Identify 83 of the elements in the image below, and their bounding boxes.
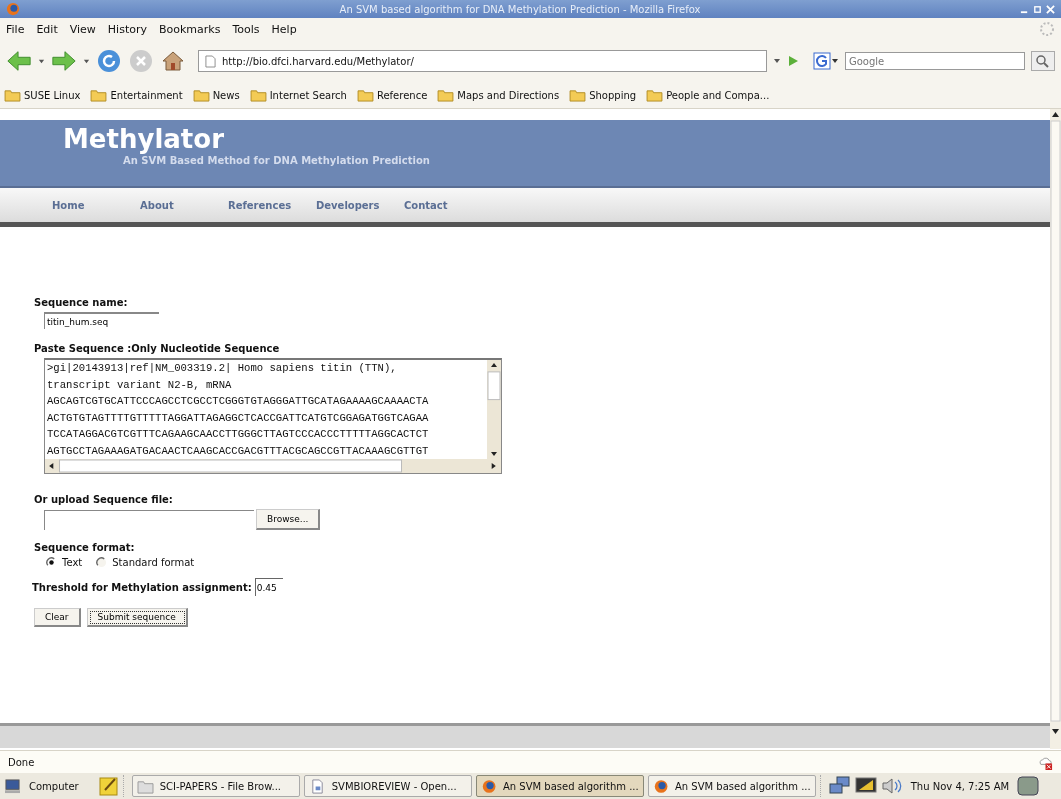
browser-logo-icon — [480, 778, 497, 794]
vertical-scrollbar[interactable] — [487, 360, 501, 459]
home-icon[interactable] — [160, 49, 186, 73]
site-title: Methylator — [63, 123, 225, 154]
go-icon[interactable] — [787, 55, 799, 67]
forward-arrow-icon[interactable] — [51, 49, 77, 73]
folder-icon — [437, 88, 455, 102]
nav-link[interactable]: About — [140, 199, 228, 211]
window-title: An SVM based algorithm for DNA Methylation Prediction - Mozilla Firefox — [338, 3, 702, 15]
site-subtitle: An SVM Based Method for DNA Methylation Prediction — [122, 155, 431, 166]
menu-item[interactable]: Edit — [36, 22, 58, 36]
dropdown-icon[interactable] — [83, 57, 90, 65]
folder-icon — [646, 88, 664, 102]
folder-icon — [4, 88, 21, 102]
sequence-name-field[interactable]: titin_hum.seq — [44, 312, 159, 329]
clear-button[interactable]: Clear — [34, 608, 81, 627]
reload-icon[interactable] — [96, 49, 122, 73]
menu-item[interactable]: Tools — [232, 22, 260, 36]
field-label: Sequence format: — [34, 542, 136, 553]
bookmark-item[interactable]: Internet Search — [249, 88, 347, 102]
address-bar[interactable]: http://bio.dfci.harvard.edu/Methylator/ — [198, 50, 767, 72]
clock[interactable]: Thu Nov 4, 7:25 AM — [910, 780, 1010, 792]
status-text: Done — [8, 756, 35, 768]
submit-button[interactable]: Submit sequence — [86, 608, 188, 627]
bookmark-item[interactable]: Maps and Directions — [437, 88, 560, 102]
folder-icon — [192, 88, 210, 102]
bookmark-item[interactable]: SUSE Linux — [4, 88, 81, 102]
radio-button[interactable] — [96, 557, 108, 568]
page-icon — [205, 54, 216, 68]
display-icon[interactable] — [854, 776, 877, 796]
taskbar-button[interactable]: SVMBIOREVIEW - Open... — [303, 775, 472, 797]
bookmark-item[interactable]: Reference — [356, 88, 428, 102]
bookmark-item[interactable]: Entertainment — [90, 88, 183, 102]
field-label: Paste Sequence :Only Nucleotide Sequence — [34, 343, 281, 354]
throbber-icon — [1039, 21, 1055, 37]
search-engine-icon[interactable] — [813, 52, 839, 70]
radio-label: Standard format — [112, 557, 195, 568]
taskbar-button[interactable]: An SVM based algorithm ... — [475, 775, 644, 797]
search-field[interactable]: Google — [845, 52, 1025, 70]
threshold-field[interactable]: 0.45 — [254, 578, 283, 596]
folder-icon — [356, 88, 374, 102]
network-icon[interactable] — [828, 776, 851, 796]
search-icon[interactable] — [1031, 51, 1055, 71]
computer-menu[interactable]: Computer — [4, 778, 79, 794]
field-label: Sequence name: — [34, 297, 129, 308]
taskbar-button[interactable]: SCI-PAPERS - File Brow... — [131, 775, 300, 797]
cloud-error-icon — [1038, 754, 1053, 770]
field-label: Threshold for Methylation assignment: — [32, 581, 252, 593]
menu-item[interactable]: History — [107, 22, 147, 36]
folder-icon — [249, 88, 267, 102]
radio-button[interactable] — [46, 557, 57, 568]
computer-icon — [4, 778, 21, 794]
bookmark-item[interactable]: People and Compa... — [646, 88, 770, 102]
bookmark-item[interactable]: Shopping — [569, 88, 637, 102]
dropdown-icon[interactable] — [38, 57, 45, 65]
nav-link[interactable]: Contact — [404, 199, 492, 211]
browser-logo-icon — [6, 2, 20, 16]
dropdown-icon[interactable] — [773, 57, 781, 65]
nav-link[interactable]: Home — [52, 199, 140, 211]
browse-button[interactable]: Browse... — [256, 509, 321, 530]
nav-link[interactable]: Developers — [316, 199, 404, 211]
menu-item[interactable]: Help — [271, 22, 297, 36]
menu-item[interactable]: File — [6, 22, 25, 36]
sequence-textarea[interactable]: >gi|20143913|ref|NM_003319.2| Homo sapiens titin (TTN), transcript variant N2-B, mRNA AGCAGTCGTGCATTCCCAGCCTCGCCTCGGGTGTAGGGATTGCATAGAAAAGCAAAACTA ACTGTGTAGTTTTGTTTTTAGGATTAGAGGCTCACCGATTCATGTCGGAGATGGTCAGAA TCCATAGGACGTCGTTTCAGAAGCAACCTTGGGCTTAGTCCCACCCTTTTTAGGCACTCT AGTGCCTAGAAAGATGACAACTCAAGCACCGACGTTTACGCAGCCGTTACAAAGCGTTGT — [45, 360, 487, 459]
back-arrow-icon[interactable] — [6, 49, 32, 73]
browser-logo-icon — [652, 778, 669, 794]
field-label: Or upload Sequence file: — [34, 494, 174, 505]
folder-icon — [136, 778, 154, 794]
nav-link[interactable]: References — [228, 199, 316, 211]
bookmark-item[interactable]: News — [192, 88, 240, 102]
taskbar-button[interactable]: An SVM based algorithm ... — [647, 775, 816, 797]
menu-item[interactable]: View — [69, 22, 96, 36]
close-icon[interactable] — [1046, 4, 1055, 14]
folder-icon — [90, 88, 108, 102]
horizontal-scrollbar[interactable] — [45, 459, 501, 473]
radio-label: Text — [62, 557, 83, 568]
menu-item[interactable]: Bookmarks — [159, 22, 221, 36]
file-path-field[interactable] — [44, 510, 254, 530]
folder-icon — [569, 88, 587, 102]
maximize-icon[interactable] — [1033, 4, 1042, 14]
notepad-icon[interactable] — [98, 776, 119, 796]
workspace-icon[interactable] — [1017, 776, 1040, 796]
page-scrollbar[interactable] — [1050, 109, 1061, 749]
